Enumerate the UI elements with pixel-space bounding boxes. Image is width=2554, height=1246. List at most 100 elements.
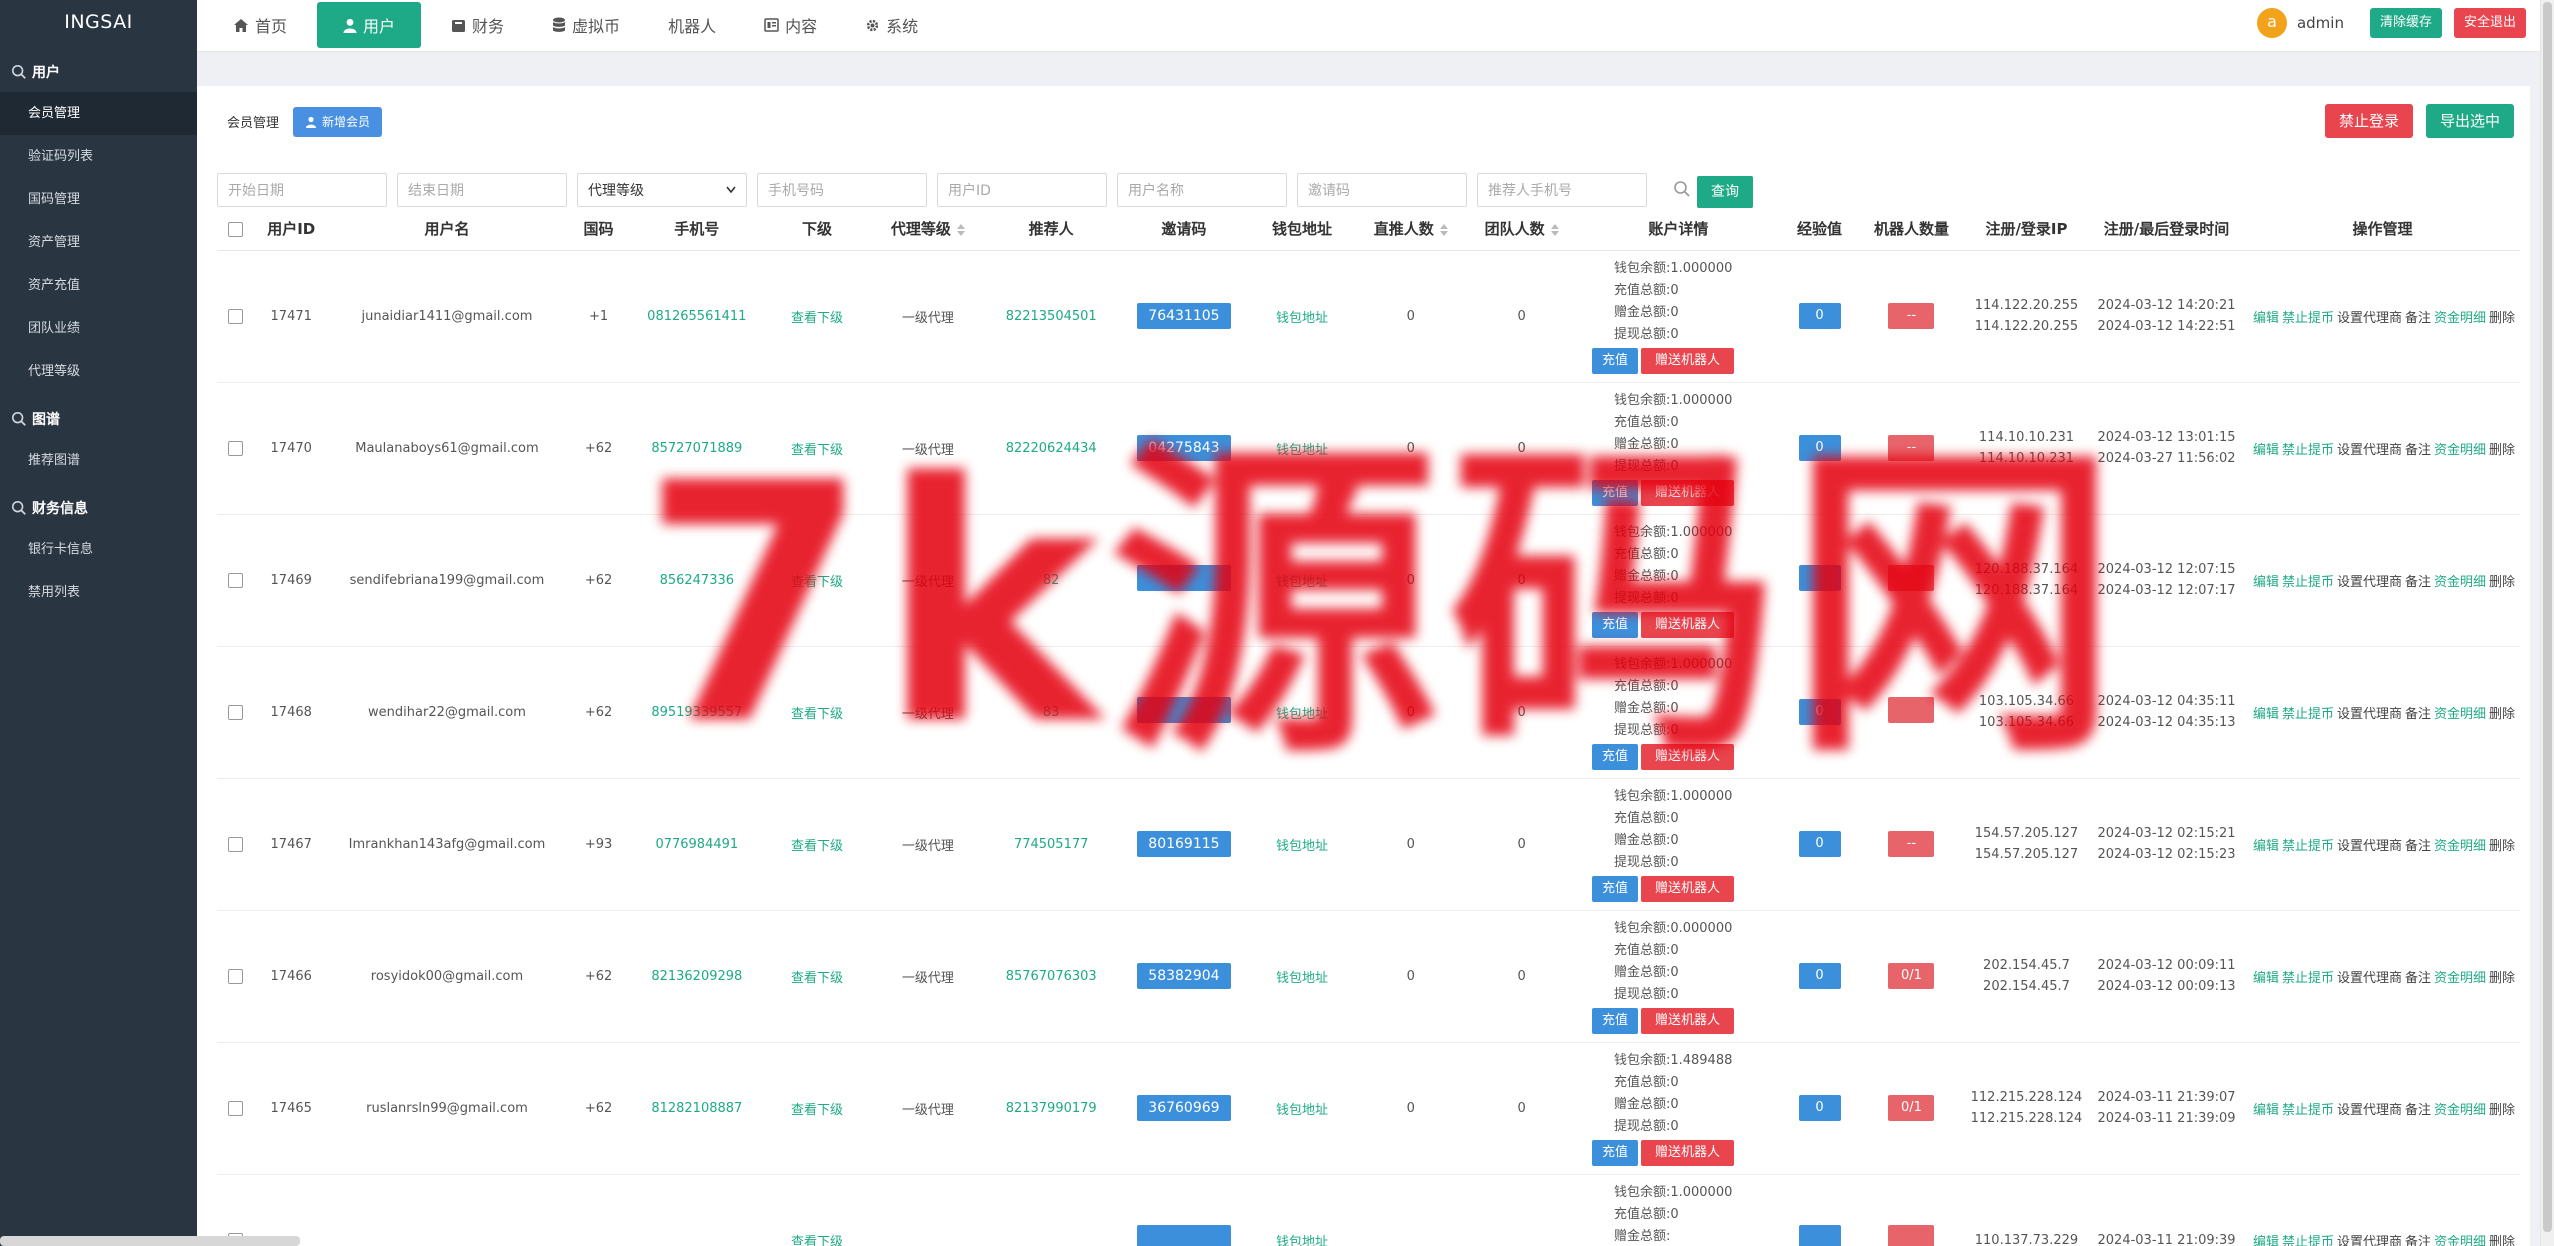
ban-withdraw-link[interactable]: 禁止提币 bbox=[2282, 1103, 2334, 1118]
row-checkbox[interactable] bbox=[228, 440, 244, 456]
fund-detail-link[interactable]: 资金明细 bbox=[2434, 575, 2486, 590]
fund-detail-link[interactable]: 资金明细 bbox=[2434, 1235, 2486, 1246]
delete-link[interactable]: 删除 bbox=[2489, 1235, 2515, 1246]
sidebar-item[interactable]: 推荐图谱 bbox=[0, 439, 197, 482]
view-sub-link[interactable]: 查看下级 bbox=[791, 1235, 843, 1246]
referrer-link[interactable]: 82213504501 bbox=[1006, 309, 1097, 324]
sidebar-item[interactable]: 银行卡信息 bbox=[0, 528, 197, 571]
sidebar-item[interactable]: 禁用列表 bbox=[0, 571, 197, 614]
ban-withdraw-link[interactable]: 禁止提币 bbox=[2282, 971, 2334, 986]
vertical-scrollbar[interactable] bbox=[2540, 0, 2554, 1246]
nav-item[interactable]: 用户 bbox=[317, 2, 422, 48]
sort-icon[interactable] bbox=[956, 223, 965, 236]
sort-icon[interactable] bbox=[1439, 223, 1448, 236]
ban-withdraw-link[interactable]: 禁止提币 bbox=[2282, 575, 2334, 590]
fund-detail-link[interactable]: 资金明细 bbox=[2434, 311, 2486, 326]
wallet-address-link[interactable]: 钱包地址 bbox=[1276, 311, 1328, 326]
robot-count-badge[interactable]: -- bbox=[1888, 831, 1935, 857]
recharge-button[interactable]: 充值 bbox=[1591, 348, 1638, 374]
edit-link[interactable]: 编辑 bbox=[2253, 839, 2279, 854]
scrollbar-thumb[interactable] bbox=[2543, 2, 2552, 1232]
recharge-button[interactable]: 充值 bbox=[1591, 480, 1638, 506]
edit-link[interactable]: 编辑 bbox=[2253, 1235, 2279, 1246]
ban-withdraw-link[interactable]: 禁止提币 bbox=[2282, 311, 2334, 326]
user-name-input[interactable]: 用户名称 bbox=[1117, 173, 1287, 207]
fund-detail-link[interactable]: 资金明细 bbox=[2434, 839, 2486, 854]
nav-item[interactable]: 首页 bbox=[215, 2, 305, 48]
phone-link[interactable]: 856247336 bbox=[660, 573, 734, 588]
row-checkbox[interactable] bbox=[228, 968, 244, 984]
column-header[interactable]: 团队人数 bbox=[1467, 208, 1576, 251]
robot-count-badge[interactable] bbox=[1888, 565, 1935, 591]
set-agent-link[interactable]: 设置代理商 bbox=[2337, 707, 2402, 722]
delete-link[interactable]: 删除 bbox=[2489, 707, 2515, 722]
edit-link[interactable]: 编辑 bbox=[2253, 311, 2279, 326]
fund-detail-link[interactable]: 资金明细 bbox=[2434, 443, 2486, 458]
nav-item[interactable]: 财务 bbox=[433, 2, 522, 48]
robot-count-badge[interactable]: -- bbox=[1888, 435, 1935, 461]
sidebar-item[interactable]: 资产充值 bbox=[0, 264, 197, 307]
recharge-button[interactable]: 充值 bbox=[1591, 1008, 1638, 1034]
referrer-phone-input[interactable]: 推荐人手机号 bbox=[1477, 173, 1647, 207]
edit-link[interactable]: 编辑 bbox=[2253, 707, 2279, 722]
recharge-button[interactable]: 充值 bbox=[1591, 876, 1638, 902]
note-link[interactable]: 备注 bbox=[2405, 575, 2431, 590]
view-sub-link[interactable]: 查看下级 bbox=[791, 311, 843, 326]
wallet-address-link[interactable]: 钱包地址 bbox=[1276, 1235, 1328, 1246]
phone-link[interactable]: 89519339557 bbox=[651, 705, 742, 720]
delete-link[interactable]: 删除 bbox=[2489, 443, 2515, 458]
wallet-address-link[interactable]: 钱包地址 bbox=[1276, 443, 1328, 458]
row-checkbox[interactable] bbox=[228, 704, 244, 720]
phone-link[interactable]: 82136209298 bbox=[651, 969, 742, 984]
sidebar-item[interactable]: 团队业绩 bbox=[0, 307, 197, 350]
note-link[interactable]: 备注 bbox=[2405, 971, 2431, 986]
delete-link[interactable]: 删除 bbox=[2489, 311, 2515, 326]
add-member-button[interactable]: 新增会员 bbox=[293, 107, 383, 137]
fund-detail-link[interactable]: 资金明细 bbox=[2434, 707, 2486, 722]
robot-count-badge[interactable]: 0/1 bbox=[1888, 1095, 1935, 1121]
export-selected-button[interactable]: 导出选中 bbox=[2426, 104, 2515, 138]
admin-name[interactable]: admin bbox=[2297, 14, 2344, 32]
fund-detail-link[interactable]: 资金明细 bbox=[2434, 1103, 2486, 1118]
end-date-input[interactable]: 结束日期 bbox=[397, 173, 567, 207]
sidebar-item[interactable]: 验证码列表 bbox=[0, 135, 197, 178]
edit-link[interactable]: 编辑 bbox=[2253, 443, 2279, 458]
wallet-address-link[interactable]: 钱包地址 bbox=[1276, 971, 1328, 986]
phone-link[interactable]: 85727071889 bbox=[651, 441, 742, 456]
nav-item[interactable]: 虚拟币 bbox=[534, 2, 638, 48]
nav-item[interactable]: 系统 bbox=[847, 2, 936, 48]
referrer-link[interactable]: 82 bbox=[1043, 573, 1060, 588]
row-checkbox[interactable] bbox=[228, 572, 244, 588]
note-link[interactable]: 备注 bbox=[2405, 1103, 2431, 1118]
robot-count-badge[interactable]: -- bbox=[1888, 303, 1935, 329]
set-agent-link[interactable]: 设置代理商 bbox=[2337, 971, 2402, 986]
referrer-link[interactable]: 82137990179 bbox=[1006, 1101, 1097, 1116]
invite-code-input[interactable]: 邀请码 bbox=[1297, 173, 1467, 207]
wallet-address-link[interactable]: 钱包地址 bbox=[1276, 1103, 1328, 1118]
note-link[interactable]: 备注 bbox=[2405, 707, 2431, 722]
horizontal-scrollbar[interactable] bbox=[0, 1236, 300, 1246]
avatar[interactable]: a bbox=[2256, 8, 2287, 38]
note-link[interactable]: 备注 bbox=[2405, 311, 2431, 326]
wallet-address-link[interactable]: 钱包地址 bbox=[1276, 575, 1328, 590]
delete-link[interactable]: 删除 bbox=[2489, 839, 2515, 854]
sidebar-section[interactable]: 用户 bbox=[0, 52, 197, 92]
note-link[interactable]: 备注 bbox=[2405, 1235, 2431, 1246]
robot-count-badge[interactable] bbox=[1888, 1225, 1935, 1246]
view-sub-link[interactable]: 查看下级 bbox=[791, 1103, 843, 1118]
recharge-button[interactable]: 充值 bbox=[1591, 1140, 1638, 1166]
sort-icon[interactable] bbox=[1550, 223, 1559, 236]
note-link[interactable]: 备注 bbox=[2405, 839, 2431, 854]
row-checkbox[interactable] bbox=[228, 836, 244, 852]
view-sub-link[interactable]: 查看下级 bbox=[791, 443, 843, 458]
nav-item[interactable]: 机器人 bbox=[650, 2, 734, 48]
edit-link[interactable]: 编辑 bbox=[2253, 971, 2279, 986]
select-all-checkbox[interactable] bbox=[228, 221, 244, 237]
set-agent-link[interactable]: 设置代理商 bbox=[2337, 1235, 2402, 1246]
user-id-input[interactable]: 用户ID bbox=[937, 173, 1107, 207]
recharge-button[interactable]: 充值 bbox=[1591, 612, 1638, 638]
gift-robot-button[interactable]: 赠送机器人 bbox=[1640, 348, 1734, 374]
sidebar-item[interactable]: 代理等级 bbox=[0, 350, 197, 393]
gift-robot-button[interactable]: 赠送机器人 bbox=[1640, 1008, 1734, 1034]
gift-robot-button[interactable]: 赠送机器人 bbox=[1640, 1140, 1734, 1166]
